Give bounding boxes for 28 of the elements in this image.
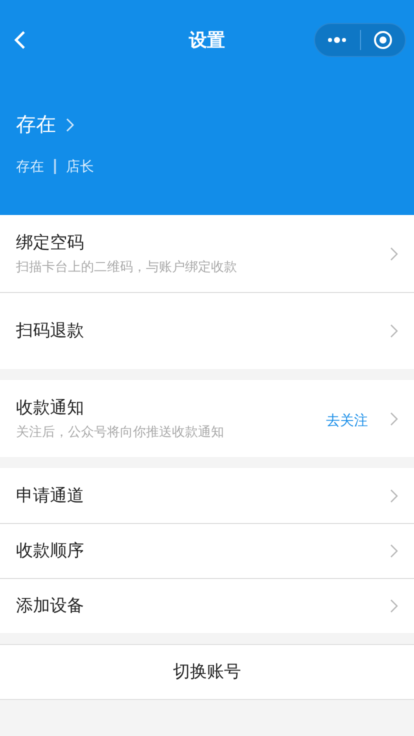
settings-row[interactable]: 绑定空码 扫描卡台上的二维码，与账户绑定收款 (0, 215, 414, 292)
settings-row[interactable]: 添加设备 (0, 578, 414, 633)
switch-account-button[interactable]: 切换账号 (0, 644, 414, 700)
row-title: 添加设备 (16, 595, 85, 617)
row-title: 扫码退款 (16, 320, 85, 342)
role-label: 店长 (66, 157, 94, 176)
chevron-right-icon (390, 599, 398, 613)
chevron-right-icon (390, 412, 398, 426)
row-subtitle: 扫描卡台上的二维码，与账户绑定收款 (16, 259, 238, 276)
settings-row[interactable]: 申请通道 (0, 468, 414, 523)
row-subtitle: 关注后，公众号将向你推送收款通知 (16, 424, 225, 440)
settings-row[interactable]: 收款顺序 (0, 523, 414, 578)
row-title: 申请通道 (16, 484, 85, 506)
chevron-right-icon (390, 544, 398, 558)
more-icon[interactable] (327, 37, 348, 43)
page-title: 设置 (189, 28, 225, 52)
settings-row[interactable]: 扫码退款 (0, 292, 414, 369)
chevron-right-icon (390, 246, 398, 260)
store-name: 存在 (16, 157, 44, 176)
settings-row[interactable]: 收款通知 关注后，公众号将向你推送收款通知 去关注 (0, 380, 414, 457)
chevron-right-icon (390, 488, 398, 502)
chevron-right-icon (66, 118, 74, 132)
row-title: 收款顺序 (16, 540, 85, 562)
target-icon[interactable] (372, 30, 393, 50)
back-icon[interactable] (14, 30, 26, 50)
row-title: 绑定空码 (16, 232, 85, 253)
chevron-right-icon (390, 324, 398, 338)
row-title: 收款通知 (16, 396, 85, 418)
